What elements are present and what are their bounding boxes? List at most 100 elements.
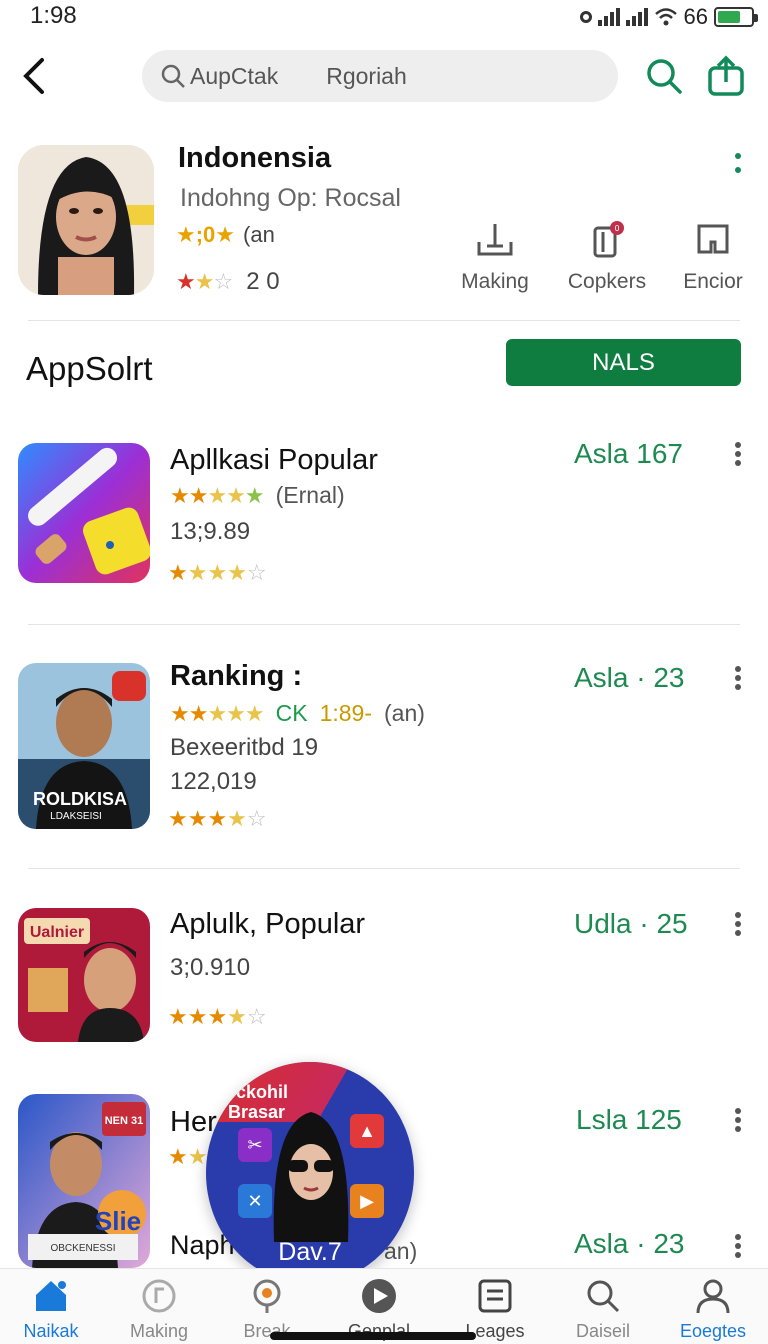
bookmark-icon	[697, 224, 729, 254]
featured-app-rating: ★;0★ (an	[176, 222, 275, 248]
action-copkers-label: Copkers	[567, 270, 647, 293]
search-placeholder-right: Rgoriah	[326, 62, 407, 89]
nav-label: Eoegtes	[679, 1321, 747, 1341]
status-bar: 1:98 66	[0, 0, 768, 34]
list-item[interactable]: Ualnier Aplulk, Popular 3;0.910 ★★★★☆ Ud…	[0, 906, 768, 1056]
stars-icon: ★★	[168, 1144, 208, 1169]
app-icon: NEN 31 Slie OBCKENESSI	[18, 1094, 150, 1268]
chevron-left-icon	[23, 58, 44, 94]
featured-app-title: Indonensia	[178, 142, 332, 174]
more-options-button[interactable]	[728, 664, 748, 694]
app-icon: ROLDKISA LDAKSEISI	[18, 663, 150, 829]
bubble-portrait	[273, 1112, 349, 1242]
nav-label: Daiseil	[575, 1321, 631, 1341]
music-icon	[142, 1279, 176, 1313]
back-button[interactable]	[14, 52, 54, 100]
share-icon	[708, 55, 744, 96]
top-bar: AupCtak Rgoriah	[0, 44, 768, 108]
app-icon: Ualnier	[18, 908, 150, 1042]
more-options-button[interactable]	[726, 148, 750, 180]
app-rating: ★★★★★ CK 1:89- (an)	[170, 700, 425, 727]
divider	[28, 624, 740, 625]
search-placeholder-left: AupCtak	[190, 62, 279, 89]
action-making-label: Making	[461, 270, 529, 293]
search-input[interactable]: AupCtak Rgoriah	[142, 50, 618, 102]
clipboard-icon: 0	[593, 221, 624, 258]
search-button[interactable]	[642, 54, 686, 98]
app-detail: 3;0.910	[170, 954, 251, 981]
profile-icon	[696, 1279, 730, 1314]
app-tag: Asla · 23	[574, 662, 685, 693]
featured-app-count: ★★☆ 2 0	[176, 268, 280, 296]
more-options-button[interactable]	[728, 440, 748, 470]
stars-icon: ★★★★★	[170, 482, 265, 508]
home-icon	[36, 1281, 66, 1311]
list-item[interactable]: Apllkasi Popular ★★★★★ (Ernal) 13;9.89 ★…	[0, 438, 768, 600]
rating-stars: ★;0★	[176, 222, 236, 247]
app-tag: Udla · 25	[574, 908, 688, 939]
share-button[interactable]	[704, 54, 748, 98]
more-options-button[interactable]	[728, 1232, 748, 1262]
app-tag: Lsla 125	[576, 1104, 682, 1135]
more-vertical-icon	[735, 442, 741, 466]
download-icon	[477, 224, 513, 256]
rating-green: CK	[275, 700, 308, 726]
stars-icon: ★★★★☆	[168, 560, 267, 585]
nav-item-making[interactable]: Making	[104, 1277, 214, 1342]
alert-icon: ▲	[350, 1114, 384, 1148]
more-vertical-icon	[735, 1234, 741, 1258]
icon-sub-text: LDAKSEISI	[50, 811, 102, 822]
list-item[interactable]: ROLDKISA LDAKSEISI Ranking : ★★★★★ CK 1:…	[0, 660, 768, 842]
app-icon	[18, 443, 150, 583]
bubble-line-1: ckohil	[236, 1082, 289, 1102]
nav-label: Making	[129, 1321, 189, 1341]
nav-item-naikak[interactable]: Naikak	[0, 1277, 106, 1342]
play-icon: ▶	[350, 1184, 384, 1218]
signal-icon	[597, 8, 620, 26]
play-icon	[362, 1279, 396, 1313]
status-icons: 66	[579, 4, 758, 30]
rating-gold: 1:89-	[319, 700, 373, 726]
list-icon	[478, 1279, 512, 1313]
featured-app[interactable]: Indonensia Indohng Op: Rocsal ★;0★ (an ★…	[0, 140, 768, 310]
tools-icon: ✂	[238, 1128, 272, 1162]
app-rating: ★★★★★ (Ernal)	[170, 482, 345, 509]
bubble-caption: Dav.7	[278, 1238, 342, 1266]
more-vertical-icon	[735, 912, 741, 936]
rating-text: (an)	[384, 700, 425, 726]
nav-item-eoegtes[interactable]: Eoegtes	[658, 1277, 768, 1342]
location-icon	[253, 1279, 281, 1313]
stars-icon: ★★★★★	[170, 700, 265, 726]
action-encior-label: Encior	[683, 270, 743, 293]
rating-suffix: (an	[243, 222, 275, 247]
action-encior[interactable]: Encior	[658, 220, 768, 294]
icon-banner-top-text: NEN 31	[105, 1115, 144, 1127]
camera-dot-icon	[579, 11, 592, 23]
stars-icon: ★★★★☆	[168, 806, 267, 831]
search-icon	[161, 64, 185, 88]
nav-item-daiseil[interactable]: Daiseil	[548, 1277, 658, 1342]
app-tag: Asla 167	[574, 438, 683, 469]
more-vertical-icon	[735, 666, 741, 690]
more-options-button[interactable]	[728, 1106, 748, 1136]
status-time: 1:98	[30, 2, 77, 29]
featured-app-icon	[18, 145, 154, 295]
divider	[28, 868, 740, 869]
app-title: Apllkasi Popular	[170, 444, 378, 476]
app-detail: 13;9.89	[170, 518, 251, 545]
floating-promo-bubble[interactable]: ckohil Brasar ✂ ▲ ✕ ▶ Dav.7	[206, 1062, 414, 1284]
edit-icon: ✕	[238, 1184, 272, 1218]
stars-icon: ★★☆	[176, 269, 233, 294]
home-indicator[interactable]	[270, 1332, 476, 1340]
more-vertical-icon	[735, 153, 741, 173]
icon-banner-text: Ualnier	[30, 924, 84, 941]
action-copkers[interactable]: 0 Copkers	[552, 220, 662, 294]
app-tag: Asla · 23	[574, 1228, 685, 1259]
icon-caption-text: OBCKENESSI	[50, 1243, 115, 1254]
more-options-button[interactable]	[728, 910, 748, 940]
icon-badge-text: ROLDKISA	[33, 789, 127, 809]
search-icon	[587, 1280, 620, 1313]
nals-button[interactable]: NALS	[506, 339, 741, 386]
action-making[interactable]: Making	[440, 220, 550, 294]
rating-text: (Ernal)	[275, 482, 345, 508]
